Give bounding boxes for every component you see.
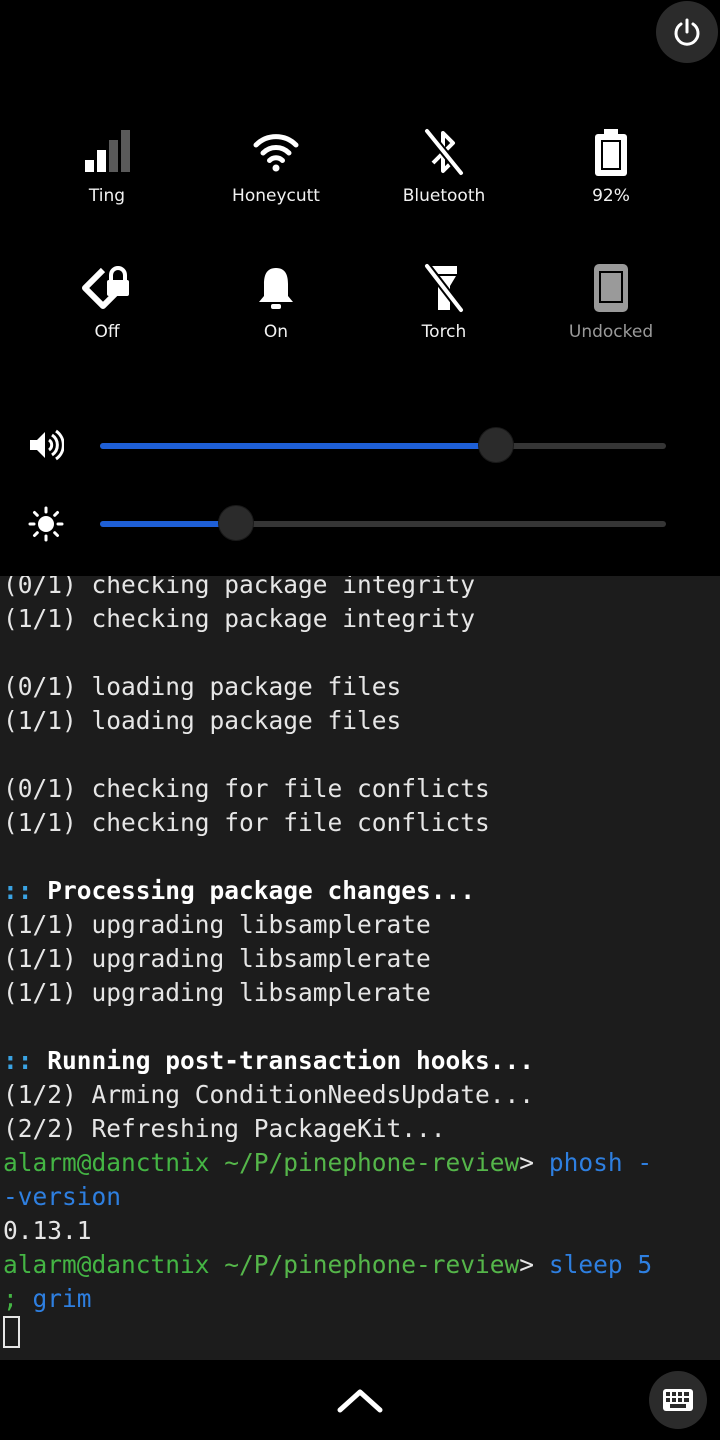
tile-torch-label: Torch [421, 322, 467, 342]
tile-wifi-label: Honeycutt [232, 186, 320, 206]
battery-icon [595, 129, 627, 176]
prompt-path: ~/P/pinephone-review [224, 1250, 520, 1279]
command-text: sleep 5 [548, 1250, 653, 1279]
cellular-signal-icon [85, 130, 130, 172]
tile-cellular-label: Ting [88, 186, 126, 206]
tile-docked-label: Undocked [568, 322, 654, 342]
tile-bluetooth-label: Bluetooth [402, 186, 486, 206]
terminal-line: (1/1) checking package integrity [3, 604, 476, 633]
prompt-path: ~/P/pinephone-review [224, 1148, 520, 1177]
tile-battery-label: 92% [592, 186, 630, 206]
prompt-symbol: > [519, 1250, 535, 1279]
flashlight-icon [423, 263, 465, 313]
power-button[interactable] [656, 1, 718, 63]
tile-docked[interactable]: Undocked [536, 258, 686, 342]
brightness-slider-handle[interactable] [217, 505, 254, 541]
chevron-up-icon[interactable] [336, 1380, 384, 1420]
keyboard-icon [663, 1389, 693, 1411]
brightness-icon [26, 504, 66, 544]
tile-torch[interactable]: Torch [369, 258, 519, 342]
terminal-line: (1/1) upgrading libsamplerate [3, 944, 431, 973]
phone-undocked-icon [594, 264, 628, 312]
terminal-line: (0/1) checking for file conflicts [3, 774, 490, 803]
section-heading: Running post-transaction hooks... [47, 1046, 535, 1075]
bottom-bar [0, 1360, 720, 1440]
command-output: 0.13.1 [3, 1216, 92, 1245]
section-marker: :: [3, 1046, 33, 1075]
terminal-line: (1/2) Arming ConditionNeedsUpdate... [3, 1080, 535, 1109]
terminal-window[interactable]: (0/1) checking package integrity (1/1) c… [0, 576, 720, 1360]
terminal-line: (1/1) upgrading libsamplerate [3, 910, 431, 939]
tile-notifications-label: On [263, 322, 289, 342]
rotation-lock-icon [82, 266, 129, 309]
brightness-slider-fill [100, 521, 236, 527]
tile-cellular[interactable]: Ting [32, 122, 182, 206]
quick-settings-panel: Ting Honeycutt Bluetooth 92% Off On Torc… [0, 0, 720, 588]
terminal-line: (1/1) upgrading libsamplerate [3, 978, 431, 1007]
brightness-slider[interactable] [100, 505, 666, 541]
prompt-user: alarm@danctnix [3, 1148, 210, 1177]
prompt-user: alarm@danctnix [3, 1250, 210, 1279]
notification-bell-icon [259, 268, 293, 309]
terminal-cursor [3, 1316, 20, 1348]
tile-battery[interactable]: 92% [536, 122, 686, 206]
terminal-line: (1/1) checking for file conflicts [3, 808, 490, 837]
section-heading: Processing package changes... [47, 876, 476, 905]
volume-slider-handle[interactable] [478, 427, 515, 463]
terminal-line: (0/1) checking package integrity [3, 576, 476, 599]
command-text-continued: -version [3, 1182, 122, 1211]
terminal-line: (1/1) loading package files [3, 706, 402, 735]
keyboard-button[interactable] [649, 1371, 707, 1429]
volume-icon [26, 425, 66, 465]
command-text: phosh - [548, 1148, 653, 1177]
wifi-icon [253, 134, 299, 172]
command-text-continued: grim [32, 1284, 92, 1313]
command-separator: ; [3, 1284, 18, 1313]
terminal-line: (0/1) loading package files [3, 672, 402, 701]
prompt-symbol: > [519, 1148, 535, 1177]
tile-notifications[interactable]: On [201, 258, 351, 342]
terminal-line: (2/2) Refreshing PackageKit... [3, 1114, 446, 1143]
tile-wifi[interactable]: Honeycutt [201, 122, 351, 206]
section-marker: :: [3, 876, 33, 905]
terminal-output: (0/1) checking package integrity (1/1) c… [0, 576, 720, 1350]
volume-slider-fill [100, 443, 497, 449]
bluetooth-disabled-icon [423, 128, 465, 176]
volume-slider[interactable] [100, 427, 666, 463]
tile-rotation-label: Off [94, 322, 120, 342]
tile-rotation[interactable]: Off [32, 258, 182, 342]
tile-bluetooth[interactable]: Bluetooth [369, 122, 519, 206]
power-icon [674, 18, 700, 46]
